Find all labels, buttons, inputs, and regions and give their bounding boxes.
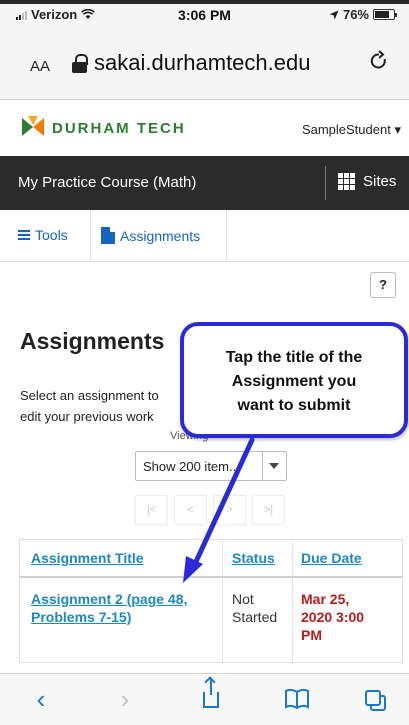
text-size-button[interactable]: AA — [30, 58, 50, 75]
hamburger-menu-icon — [18, 230, 30, 240]
location-arrow-icon — [329, 10, 339, 19]
page-title: Assignments — [20, 328, 165, 354]
assignment-status-line-2: Started — [232, 609, 278, 625]
assignment-title-line-2: Problems 7-15) — [31, 609, 132, 625]
battery-percent: 76% — [342, 7, 369, 22]
tools-divider — [90, 210, 91, 262]
column-header-due-date[interactable]: Due Date — [301, 540, 362, 576]
course-bar-divider — [325, 166, 326, 200]
document-icon — [101, 227, 115, 244]
battery-level-fill — [375, 11, 389, 18]
instruction-callout: Tap the title of the Assignment you want… — [180, 322, 408, 438]
forward-button[interactable]: › — [110, 684, 140, 714]
assignments-tool-label: Assignments — [120, 227, 201, 244]
assignment-status-line-1: Not — [232, 591, 254, 607]
bookmarks-button[interactable] — [282, 684, 312, 714]
tools-bar: Tools Assignments — [0, 210, 409, 262]
column-header-status[interactable]: Status — [232, 540, 275, 576]
site-header: DURHAM TECH SampleStudent ▾ — [0, 100, 409, 156]
current-course-link[interactable]: My Practice Course (Math) — [18, 174, 196, 191]
reload-icon[interactable] — [369, 50, 389, 72]
course-bar: My Practice Course (Math) Sites — [0, 156, 409, 210]
battery-icon — [373, 9, 397, 20]
assignments-table: Assignment Title Status Due Date Assignm… — [19, 539, 403, 664]
browser-toolbar: ‹ › — [0, 673, 409, 725]
tools-menu-button[interactable]: Tools — [18, 227, 68, 243]
sites-label: Sites — [363, 173, 397, 190]
pager-last-button[interactable]: >| — [252, 495, 285, 525]
assignment-status: Not Started — [232, 590, 292, 626]
lock-icon — [72, 54, 88, 73]
pager-next-button[interactable]: > — [213, 495, 246, 525]
callout-line-1: Tap the title of the — [225, 349, 363, 366]
durham-tech-logo-text[interactable]: DURHAM TECH — [52, 120, 186, 137]
status-bar-battery-area: 76% — [329, 7, 397, 22]
assignment-title-link[interactable]: Assignment 2 (page 48, Problems 7-15) — [31, 590, 211, 626]
chevron-down-icon — [262, 452, 286, 480]
logo-word-tech: TECH — [136, 120, 186, 137]
pager-prev-button[interactable]: < — [174, 495, 207, 525]
back-button[interactable]: ‹ — [26, 684, 56, 714]
tools-label: Tools — [35, 227, 68, 243]
help-button[interactable]: ? — [370, 272, 396, 298]
tabs-icon-back-layer — [365, 690, 381, 706]
assignment-due-date: Mar 25, 2020 3:00 PM — [301, 590, 391, 644]
share-button[interactable] — [196, 679, 226, 714]
tabs-button[interactable] — [360, 684, 390, 714]
sites-button[interactable]: Sites — [338, 173, 396, 190]
column-header-title[interactable]: Assignment Title — [31, 540, 144, 576]
user-menu[interactable]: SampleStudent ▾ — [302, 122, 401, 138]
page-size-select[interactable]: Show 200 item... — [135, 451, 287, 481]
due-date-line-3: PM — [301, 627, 322, 643]
assignments-tool-link[interactable]: Assignments — [101, 227, 200, 244]
logo-word-durham: DURHAM — [52, 120, 131, 137]
callout-text: Tap the title of the Assignment you want… — [184, 346, 404, 418]
browser-address-bar: AA sakai.durhamtech.edu — [0, 28, 409, 100]
grid-icon — [338, 173, 355, 190]
table-header-rule — [20, 576, 402, 578]
page-size-value: Show 200 item... — [143, 459, 240, 474]
pager-first-button[interactable]: |< — [135, 495, 168, 525]
assignment-title-line-1: Assignment 2 (page 48, — [31, 591, 188, 607]
status-bar: Verizon 3:06 PM 76% — [0, 4, 409, 28]
due-date-line-2: 2020 3:00 — [301, 609, 365, 625]
callout-line-3: want to submit — [237, 397, 351, 414]
chevron-down-icon: ▾ — [394, 122, 401, 137]
durham-tech-logo-icon[interactable] — [22, 116, 44, 138]
column-divider — [222, 540, 223, 664]
due-date-line-1: Mar 25, — [301, 591, 350, 607]
user-name: SampleStudent — [301, 122, 391, 137]
address-url[interactable]: sakai.durhamtech.edu — [94, 50, 310, 76]
share-icon — [203, 679, 219, 708]
callout-line-2: Assignment you — [231, 373, 357, 390]
book-icon — [285, 688, 309, 710]
tools-divider-right — [226, 210, 227, 262]
column-divider — [292, 540, 293, 664]
